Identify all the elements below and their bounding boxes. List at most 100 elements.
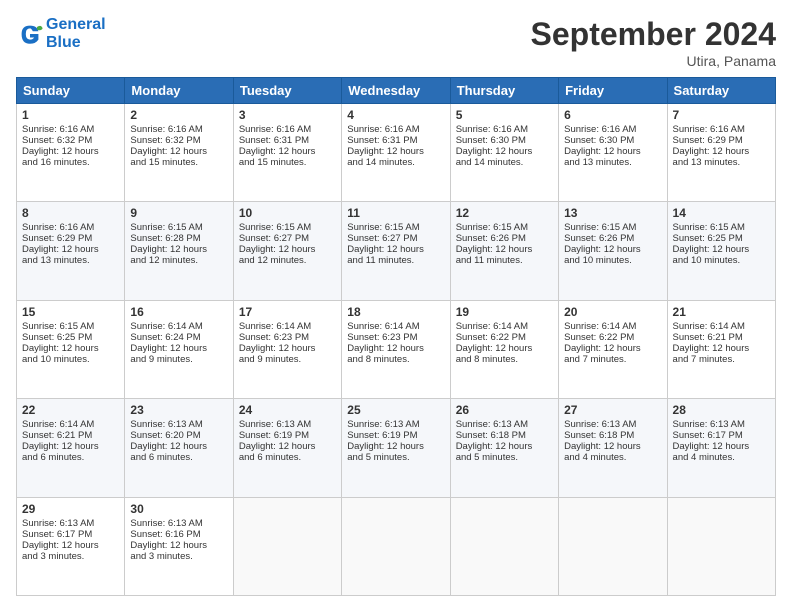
day-info-line: Sunset: 6:17 PM	[22, 529, 119, 540]
day-info-line: Sunrise: 6:16 AM	[347, 124, 444, 135]
day-info-line: Daylight: 12 hours	[22, 540, 119, 551]
day-info-line: Sunrise: 6:16 AM	[673, 124, 770, 135]
day-info-line: Sunset: 6:27 PM	[347, 233, 444, 244]
day-info-line: Sunrise: 6:14 AM	[456, 321, 553, 332]
day-info-line: Daylight: 12 hours	[239, 441, 336, 452]
day-info-line: and 6 minutes.	[130, 452, 227, 463]
day-number: 2	[130, 108, 227, 122]
title-block: September 2024 Utira, Panama	[531, 16, 776, 69]
calendar-cell: 24Sunrise: 6:13 AMSunset: 6:19 PMDayligh…	[233, 399, 341, 497]
day-number: 7	[673, 108, 770, 122]
day-info-line: and 8 minutes.	[456, 354, 553, 365]
header: General Blue September 2024 Utira, Panam…	[16, 16, 776, 69]
day-info-line: Sunrise: 6:15 AM	[22, 321, 119, 332]
day-info-line: Daylight: 12 hours	[673, 441, 770, 452]
day-info-line: and 15 minutes.	[239, 157, 336, 168]
day-info-line: Sunset: 6:19 PM	[347, 430, 444, 441]
day-info-line: Sunset: 6:22 PM	[564, 332, 661, 343]
day-info-line: Sunrise: 6:15 AM	[130, 222, 227, 233]
calendar-cell: 28Sunrise: 6:13 AMSunset: 6:17 PMDayligh…	[667, 399, 775, 497]
day-info-line: Daylight: 12 hours	[130, 343, 227, 354]
day-info-line: and 9 minutes.	[239, 354, 336, 365]
day-info-line: and 14 minutes.	[456, 157, 553, 168]
day-number: 29	[22, 502, 119, 516]
calendar-table: SundayMondayTuesdayWednesdayThursdayFrid…	[16, 77, 776, 596]
calendar-cell: 20Sunrise: 6:14 AMSunset: 6:22 PMDayligh…	[559, 300, 667, 398]
page: General Blue September 2024 Utira, Panam…	[0, 0, 792, 612]
day-info-line: Sunset: 6:18 PM	[456, 430, 553, 441]
day-info-line: Daylight: 12 hours	[564, 343, 661, 354]
day-number: 23	[130, 403, 227, 417]
day-number: 8	[22, 206, 119, 220]
calendar-cell: 26Sunrise: 6:13 AMSunset: 6:18 PMDayligh…	[450, 399, 558, 497]
day-info-line: Sunset: 6:26 PM	[456, 233, 553, 244]
calendar-cell: 10Sunrise: 6:15 AMSunset: 6:27 PMDayligh…	[233, 202, 341, 300]
day-info-line: and 3 minutes.	[130, 551, 227, 562]
calendar-cell: 27Sunrise: 6:13 AMSunset: 6:18 PMDayligh…	[559, 399, 667, 497]
day-info-line: and 11 minutes.	[347, 255, 444, 266]
day-info-line: Daylight: 12 hours	[22, 244, 119, 255]
day-info-line: Sunrise: 6:13 AM	[130, 419, 227, 430]
day-info-line: and 13 minutes.	[564, 157, 661, 168]
calendar-header-row: SundayMondayTuesdayWednesdayThursdayFrid…	[17, 78, 776, 104]
day-info-line: Daylight: 12 hours	[456, 441, 553, 452]
day-info-line: Sunrise: 6:15 AM	[239, 222, 336, 233]
day-info-line: Daylight: 12 hours	[347, 441, 444, 452]
calendar-cell: 6Sunrise: 6:16 AMSunset: 6:30 PMDaylight…	[559, 104, 667, 202]
calendar-week-row: 8Sunrise: 6:16 AMSunset: 6:29 PMDaylight…	[17, 202, 776, 300]
day-info-line: Daylight: 12 hours	[673, 343, 770, 354]
day-info-line: and 6 minutes.	[239, 452, 336, 463]
calendar-cell: 18Sunrise: 6:14 AMSunset: 6:23 PMDayligh…	[342, 300, 450, 398]
calendar-cell: 8Sunrise: 6:16 AMSunset: 6:29 PMDaylight…	[17, 202, 125, 300]
day-number: 12	[456, 206, 553, 220]
day-number: 14	[673, 206, 770, 220]
day-info-line: Sunset: 6:21 PM	[673, 332, 770, 343]
calendar-cell: 19Sunrise: 6:14 AMSunset: 6:22 PMDayligh…	[450, 300, 558, 398]
calendar-cell	[342, 497, 450, 595]
day-number: 10	[239, 206, 336, 220]
day-info-line: Sunrise: 6:15 AM	[347, 222, 444, 233]
day-info-line: Sunset: 6:28 PM	[130, 233, 227, 244]
day-info-line: and 7 minutes.	[564, 354, 661, 365]
col-header-friday: Friday	[559, 78, 667, 104]
day-info-line: Daylight: 12 hours	[130, 146, 227, 157]
col-header-thursday: Thursday	[450, 78, 558, 104]
day-info-line: Sunset: 6:26 PM	[564, 233, 661, 244]
day-number: 24	[239, 403, 336, 417]
day-info-line: and 7 minutes.	[673, 354, 770, 365]
day-info-line: Sunrise: 6:16 AM	[22, 222, 119, 233]
logo-icon	[16, 20, 44, 48]
day-info-line: Daylight: 12 hours	[239, 146, 336, 157]
day-info-line: Sunrise: 6:13 AM	[347, 419, 444, 430]
calendar-week-row: 15Sunrise: 6:15 AMSunset: 6:25 PMDayligh…	[17, 300, 776, 398]
day-number: 1	[22, 108, 119, 122]
day-number: 18	[347, 305, 444, 319]
calendar-cell: 30Sunrise: 6:13 AMSunset: 6:16 PMDayligh…	[125, 497, 233, 595]
calendar-cell: 21Sunrise: 6:14 AMSunset: 6:21 PMDayligh…	[667, 300, 775, 398]
day-info-line: Sunset: 6:23 PM	[239, 332, 336, 343]
day-info-line: Sunset: 6:25 PM	[673, 233, 770, 244]
day-info-line: and 13 minutes.	[673, 157, 770, 168]
col-header-saturday: Saturday	[667, 78, 775, 104]
calendar-cell: 29 Sunrise: 6:13 AMSunset: 6:17 PMDayligh…	[17, 497, 125, 595]
calendar-cell: 12Sunrise: 6:15 AMSunset: 6:26 PMDayligh…	[450, 202, 558, 300]
day-info-line: Sunrise: 6:13 AM	[130, 518, 227, 529]
day-info-line: Sunrise: 6:15 AM	[673, 222, 770, 233]
day-info-line: and 3 minutes.	[22, 551, 119, 562]
day-info-line: and 13 minutes.	[22, 255, 119, 266]
calendar-cell: 3Sunrise: 6:16 AMSunset: 6:31 PMDaylight…	[233, 104, 341, 202]
day-info-line: Daylight: 12 hours	[564, 244, 661, 255]
logo: General Blue	[16, 16, 106, 52]
day-info-line: Daylight: 12 hours	[673, 244, 770, 255]
day-number: 6	[564, 108, 661, 122]
day-info-line: and 12 minutes.	[130, 255, 227, 266]
day-number: 17	[239, 305, 336, 319]
calendar-week-row: 1Sunrise: 6:16 AMSunset: 6:32 PMDaylight…	[17, 104, 776, 202]
day-number: 19	[456, 305, 553, 319]
day-info-line: Sunrise: 6:14 AM	[347, 321, 444, 332]
day-number: 20	[564, 305, 661, 319]
day-info-line: Sunrise: 6:13 AM	[22, 518, 119, 529]
col-header-monday: Monday	[125, 78, 233, 104]
calendar-cell: 15Sunrise: 6:15 AMSunset: 6:25 PMDayligh…	[17, 300, 125, 398]
calendar-cell: 7Sunrise: 6:16 AMSunset: 6:29 PMDaylight…	[667, 104, 775, 202]
